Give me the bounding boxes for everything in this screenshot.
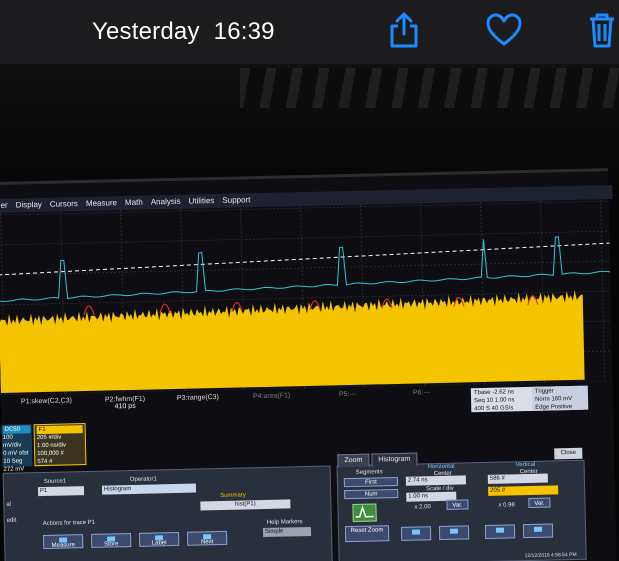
- vertical-zoom-out[interactable]: [484, 524, 516, 539]
- photo-date-title: Yesterday 16:39: [92, 18, 275, 46]
- tab-histogram[interactable]: Histogram: [371, 452, 418, 467]
- background-vents: [240, 68, 619, 108]
- menu-measure[interactable]: Measure: [86, 196, 117, 211]
- trigger-box[interactable]: Trigger Norm 160 mV Edge Positive: [531, 385, 589, 411]
- grid-line-h: [0, 260, 610, 276]
- vertical-var-button[interactable]: Var.: [528, 497, 551, 509]
- channel-descriptor-c2[interactable]: DC50 100 mV/div 0 mV ofst 10 Seg 272 mV: [1, 424, 33, 473]
- measure-button[interactable]: Measure: [43, 534, 84, 550]
- summary-field: hist(P1): [200, 499, 291, 511]
- zoom-waveform-icon[interactable]: [352, 503, 377, 522]
- grid-line-v: [600, 199, 605, 382]
- trace-c3-pulse: [83, 305, 95, 316]
- menu-math[interactable]: Math: [125, 196, 143, 210]
- help-markers-label: Help Markers: [266, 519, 303, 526]
- waveform-grid: [0, 199, 613, 395]
- photo-time: 16:39: [213, 18, 275, 45]
- menu-support[interactable]: Support: [222, 193, 250, 208]
- vertical-zoom-in[interactable]: [522, 523, 554, 539]
- menu-cursors[interactable]: Cursors: [50, 197, 78, 212]
- store-button[interactable]: Store: [91, 533, 132, 548]
- param-p3[interactable]: P3:range(C3): [177, 394, 219, 402]
- share-icon[interactable]: [386, 10, 422, 50]
- scope-date-stamp: 12/12/2018 4:58:54 PM: [524, 551, 577, 560]
- trace-f1: [0, 290, 585, 393]
- operator-label: Operator1: [129, 476, 157, 484]
- level-marker-line: [0, 242, 610, 276]
- param-p6[interactable]: P6:---: [413, 389, 431, 396]
- segments-first[interactable]: First: [343, 476, 398, 488]
- grid-line-h: [0, 230, 610, 246]
- menu-er[interactable]: er: [0, 199, 7, 213]
- channel-descriptor-f1[interactable]: F1 205 #/div 1.00 ns/div 100,000 # 574 #: [33, 423, 87, 467]
- help-markers-field[interactable]: Simple: [262, 526, 312, 538]
- trash-icon[interactable]: [584, 10, 619, 50]
- close-button[interactable]: Close: [554, 447, 583, 460]
- math-setup-panel: al edit Source1 P1 Operator1 Histogram S…: [2, 465, 333, 561]
- photo-content: er Display Cursors Measure Math Analysis Utili…: [0, 64, 619, 561]
- tab-zoom[interactable]: Zoom: [337, 453, 370, 468]
- param-p5[interactable]: P5:---: [339, 391, 357, 398]
- horizontal-center-field[interactable]: 2.74 ns: [405, 475, 466, 486]
- reset-zoom-button[interactable]: Reset Zoom: [344, 525, 390, 543]
- source-field[interactable]: P1: [37, 486, 85, 497]
- source-label: Source1: [43, 478, 67, 485]
- summary-label: Summary: [220, 492, 246, 499]
- vertical-scale-field[interactable]: 205 #: [488, 485, 559, 496]
- menu-display[interactable]: Display: [16, 198, 43, 213]
- horizontal-var-button[interactable]: Var.: [446, 499, 469, 510]
- param-p1[interactable]: P1:skew(C2,C3): [21, 397, 72, 405]
- oscilloscope-screen: er Display Cursors Measure Math Analysis Utili…: [0, 168, 617, 561]
- param-p2[interactable]: P2:fwhm(F1) 410 ps: [105, 396, 145, 411]
- label-button[interactable]: Label: [138, 531, 180, 547]
- photo-day: Yesterday: [92, 18, 200, 45]
- segments-num[interactable]: Num: [344, 488, 399, 500]
- zoom-panel: Zoom Histogram Segments First Num Reset …: [336, 452, 587, 561]
- operator-field[interactable]: Histogram: [101, 483, 197, 495]
- actions-label: Actions for trace P1: [42, 519, 96, 528]
- next-button[interactable]: Next: [186, 530, 228, 546]
- trace-c2: [0, 236, 611, 302]
- param-p4[interactable]: P4:area(F1): [253, 392, 291, 400]
- horizontal-zoom-out[interactable]: [400, 526, 432, 541]
- menu-analysis[interactable]: Analysis: [151, 195, 181, 210]
- menu-utilities[interactable]: Utilities: [188, 194, 214, 209]
- photo-viewer-toolbar: Yesterday 16:39: [0, 0, 619, 64]
- heart-icon[interactable]: [486, 10, 522, 50]
- horizontal-zoom-in[interactable]: [438, 525, 470, 541]
- vertical-center-field[interactable]: 586 #: [487, 473, 548, 484]
